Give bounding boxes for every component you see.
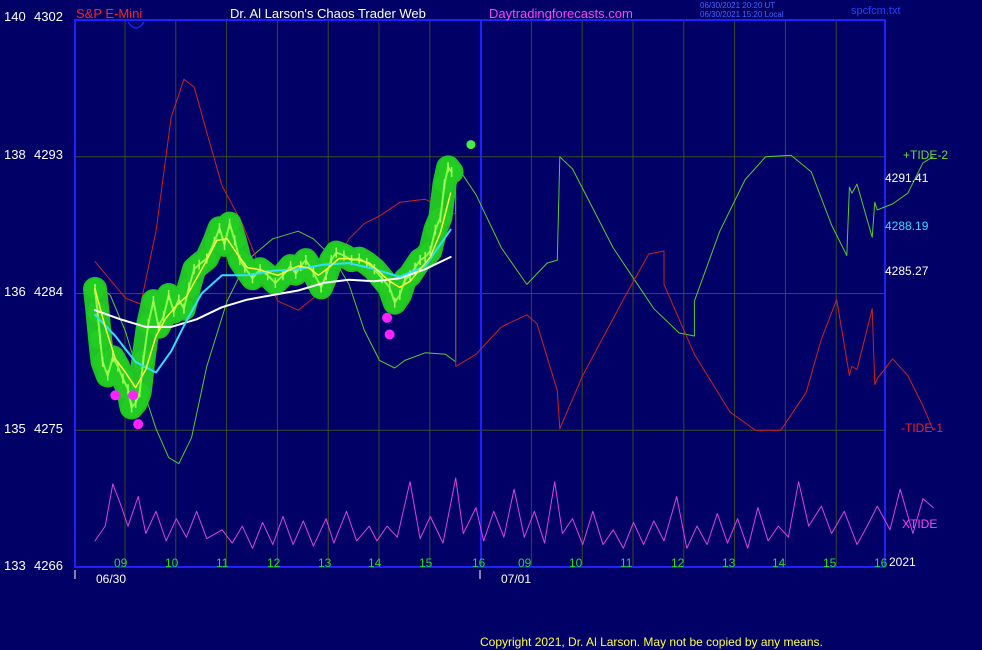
y-label-right-0: 4302	[34, 9, 63, 24]
hour-label: 12	[671, 556, 685, 570]
hour-label: 13	[318, 556, 332, 570]
hour-label: 09	[518, 556, 532, 570]
y-label-right-2: 4284	[34, 284, 63, 299]
hour-label: 11	[216, 556, 229, 570]
magenta-pivot-dot	[384, 329, 395, 340]
hour-label: 09	[114, 556, 128, 570]
timestamp-ut: 06/30/2021 20:20 UT	[700, 1, 776, 10]
hour-label: 14	[772, 556, 786, 570]
file-label: spcfcm.txt	[851, 5, 901, 17]
cyan-value-label: 4288.19	[885, 219, 929, 233]
y-label-left-0: 140	[4, 9, 26, 24]
y-label-left-2: 136	[4, 284, 26, 299]
date-label-0: 06/30	[96, 572, 127, 586]
hour-label: 16	[472, 556, 486, 570]
chart-title: Dr. Al Larson's Chaos Trader Web	[230, 6, 426, 21]
y-label-right-4: 4266	[34, 558, 63, 573]
year-label: 2021	[889, 555, 916, 569]
date-label-1: 07/01	[501, 572, 532, 586]
magenta-pivot-dot	[128, 390, 139, 401]
magenta-pivot-dot	[110, 390, 121, 401]
xtide-label: XTIDE	[902, 517, 938, 531]
hour-label: 14	[368, 556, 382, 570]
minus-tide-label: -TIDE-1	[901, 421, 943, 435]
plus-tide-label: +TIDE-2	[903, 148, 949, 162]
site-link[interactable]: Daytradingforecasts.com	[489, 6, 633, 21]
y-label-left-1: 138	[4, 147, 26, 162]
hour-label: 11	[620, 556, 633, 570]
hour-label: 10	[165, 556, 179, 570]
magenta-pivot-dot	[133, 419, 144, 430]
hour-label: 10	[569, 556, 583, 570]
hour-label: 15	[419, 556, 433, 570]
timestamp-local: 06/30/2021 15:20 Local	[700, 10, 784, 19]
hour-label: 13	[722, 556, 736, 570]
copyright-footer: Copyright 2021, Dr. Al Larson. May not b…	[480, 635, 823, 649]
chaos-trader-chart	[0, 0, 982, 650]
symbol-label: S&P E-Mini	[76, 6, 143, 21]
green-value-label: 4291.41	[885, 171, 929, 185]
y-label-right-1: 4293	[34, 147, 63, 162]
y-label-left-4: 133	[4, 558, 26, 573]
y-label-right-3: 4275	[34, 421, 63, 436]
hour-label: 15	[823, 556, 837, 570]
hour-label: 16	[874, 556, 888, 570]
magenta-pivot-dot	[382, 312, 393, 323]
y-label-left-3: 135	[4, 421, 26, 436]
white-value-label: 4285.27	[885, 264, 929, 278]
green-pivot-dot	[466, 140, 476, 150]
hour-label: 12	[267, 556, 281, 570]
